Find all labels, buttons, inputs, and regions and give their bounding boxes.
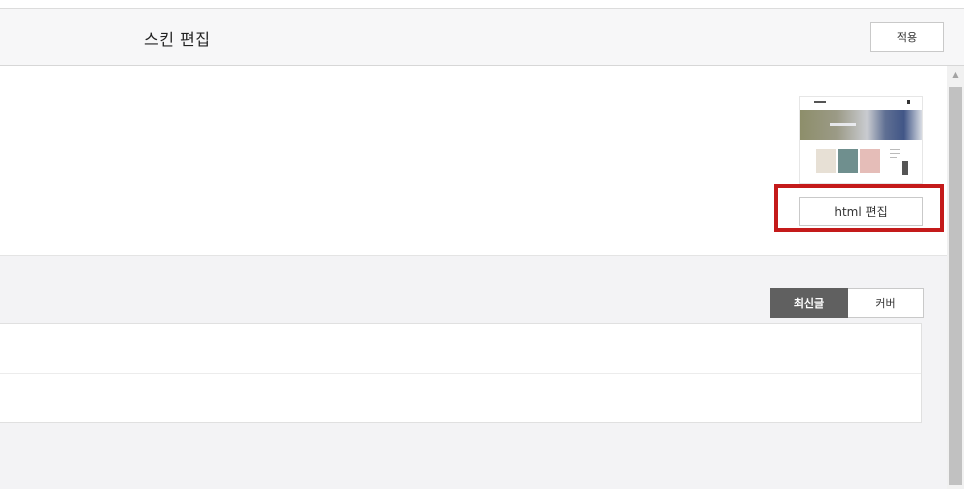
thumbnail-logo bbox=[814, 101, 826, 103]
thumbnail-topbar bbox=[800, 97, 922, 109]
list-item[interactable] bbox=[0, 374, 921, 423]
apply-button[interactable]: 적용 bbox=[870, 22, 944, 52]
thumbnail-tile bbox=[816, 149, 836, 173]
skin-thumbnail bbox=[799, 96, 923, 184]
thumbnail-menu-icon bbox=[907, 100, 910, 104]
thumbnail-side-line bbox=[890, 149, 900, 150]
thumbnail-side-box bbox=[902, 161, 908, 175]
top-strip bbox=[0, 0, 964, 9]
list-item[interactable] bbox=[0, 324, 921, 374]
scrollbar-thumb[interactable] bbox=[949, 87, 962, 485]
tab-group: 최신글 커버 bbox=[770, 288, 924, 318]
thumbnail-side-line bbox=[890, 157, 897, 158]
main-content: html 편집 최신글 커버 bbox=[0, 66, 947, 489]
skin-panel: html 편집 bbox=[0, 66, 947, 256]
tab-latest[interactable]: 최신글 bbox=[770, 288, 848, 318]
post-list bbox=[0, 323, 922, 423]
highlight-box bbox=[774, 184, 944, 232]
lower-panel: 최신글 커버 bbox=[0, 256, 947, 489]
thumbnail-hero bbox=[800, 110, 922, 140]
thumbnail-side-line bbox=[890, 153, 900, 154]
header-bar: 스킨 편집 적용 bbox=[0, 9, 964, 66]
page-title: 스킨 편집 bbox=[144, 30, 211, 49]
thumbnail-hero-text bbox=[830, 123, 856, 126]
arrow-up-icon[interactable]: ▲ bbox=[947, 66, 964, 83]
vertical-scrollbar[interactable]: ▲ bbox=[947, 66, 964, 489]
thumbnail-tile bbox=[860, 149, 880, 173]
thumbnail-tile bbox=[838, 149, 858, 173]
tab-cover[interactable]: 커버 bbox=[848, 288, 924, 318]
